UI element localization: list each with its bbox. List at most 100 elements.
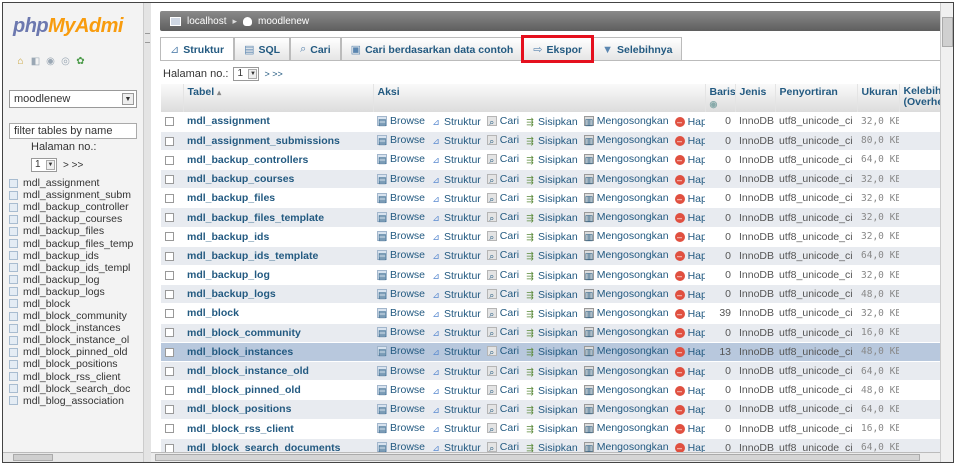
- action-cari-link[interactable]: ⌕ Cari: [486, 269, 519, 281]
- sidebar-table-item[interactable]: mdl_assignment_subm: [9, 189, 143, 201]
- table-row[interactable]: mdl_backup_ids_template ▤ Browse ⊿ Struktur ⌕…: [161, 246, 946, 267]
- action-mengosongkan-link[interactable]: ▥ Mengosongkan: [583, 403, 669, 415]
- action-browse-link[interactable]: ▤ Browse: [377, 422, 425, 434]
- table-row[interactable]: mdl_block_positions ▤ Browse ⊿ Struktur ⌕ Cari…: [161, 399, 946, 420]
- table-row[interactable]: mdl_block_community ▤ Browse ⊿ Struktur ⌕ Cari…: [161, 323, 946, 343]
- action-mengosongkan-link[interactable]: ▥ Mengosongkan: [583, 345, 669, 357]
- table-row[interactable]: mdl_backup_files ▤ Browse ⊿ Struktur ⌕ Cari ⇶ Si…: [161, 188, 946, 209]
- action-struktur-link[interactable]: ⊿ Struktur: [431, 193, 481, 205]
- tab-sql[interactable]: ▤ SQL: [234, 37, 291, 61]
- action-cari-link[interactable]: ⌕ Cari: [486, 153, 519, 165]
- sidebar-table-item[interactable]: mdl_backup_files_temp: [9, 237, 143, 250]
- action-hapus-link[interactable]: –Hapus: [674, 404, 705, 416]
- sidebar-table-item[interactable]: mdl_backup_ids_templ: [9, 262, 143, 274]
- action-mengosongkan-link[interactable]: ▥ Mengosongkan: [583, 422, 669, 434]
- scrollbar-thumb[interactable]: [13, 454, 53, 461]
- table-name-link[interactable]: mdl_block_pinned_old: [183, 380, 373, 401]
- action-mengosongkan-link[interactable]: ▥ Mengosongkan: [583, 173, 669, 185]
- table-name-link[interactable]: mdl_block_instance_old: [183, 361, 373, 382]
- action-cari-link[interactable]: ⌕ Cari: [486, 288, 519, 300]
- sidebar-table-item[interactable]: mdl_backup_files: [9, 225, 143, 237]
- sidebar-page-select[interactable]: 1 ▼: [31, 158, 57, 172]
- table-name-link[interactable]: mdl_backup_files: [183, 188, 373, 209]
- logout-icon[interactable]: ◧: [30, 56, 41, 67]
- vertical-scrollbar[interactable]: [940, 3, 953, 462]
- action-sisipkan-link[interactable]: ⇶ Sisipkan: [525, 289, 577, 301]
- action-sisipkan-link[interactable]: ⇶ Sisipkan: [525, 385, 577, 397]
- table-row[interactable]: mdl_block_rss_client ▤ Browse ⊿ Struktur ⌕ Car…: [161, 419, 946, 439]
- action-mengosongkan-link[interactable]: ▥ Mengosongkan: [583, 115, 669, 127]
- action-cari-link[interactable]: ⌕ Cari: [486, 422, 519, 434]
- tab-selebihnya[interactable]: ▼ Selebihnya: [592, 37, 683, 61]
- action-struktur-link[interactable]: ⊿ Struktur: [431, 327, 481, 339]
- table-name-link[interactable]: mdl_backup_ids: [183, 227, 373, 247]
- action-sisipkan-link[interactable]: ⇶ Sisipkan: [525, 327, 577, 339]
- table-name-link[interactable]: mdl_backup_controllers: [183, 150, 373, 171]
- header-baris[interactable]: Baris ◉: [705, 84, 736, 112]
- action-hapus-link[interactable]: –Hapus: [674, 385, 705, 397]
- action-browse-link[interactable]: ▤ Browse: [377, 173, 425, 185]
- sidebar-table-item[interactable]: mdl_backup_controller: [9, 201, 143, 213]
- sidebar-table-item[interactable]: mdl_block: [9, 298, 143, 310]
- action-browse-link[interactable]: ▤ Browse: [377, 326, 425, 338]
- row-checkbox[interactable]: [165, 424, 174, 434]
- action-mengosongkan-link[interactable]: ▥ Mengosongkan: [583, 288, 669, 300]
- action-browse-link[interactable]: ▤ Browse: [377, 307, 425, 319]
- action-cari-link[interactable]: ⌕ Cari: [486, 307, 519, 319]
- action-cari-link[interactable]: ⌕ Cari: [486, 173, 519, 185]
- action-browse-link[interactable]: ▤ Browse: [377, 153, 425, 165]
- table-name-link[interactable]: mdl_backup_courses: [183, 169, 373, 190]
- action-mengosongkan-link[interactable]: ▥ Mengosongkan: [583, 249, 669, 261]
- action-browse-link[interactable]: ▤ Browse: [377, 288, 425, 300]
- row-checkbox[interactable]: [165, 309, 174, 319]
- sidebar-table-item[interactable]: mdl_block_pinned_old: [9, 346, 143, 358]
- table-name-link[interactable]: mdl_backup_logs: [183, 284, 373, 305]
- sidebar-table-item[interactable]: mdl_assignment: [9, 177, 143, 189]
- table-row[interactable]: mdl_assignment_submissions ▤ Browse ⊿ Strukt…: [161, 131, 946, 151]
- action-hapus-link[interactable]: –Hapus: [674, 270, 705, 282]
- phpmyadmin-logo[interactable]: phpMyAdmi: [13, 15, 123, 38]
- action-browse-link[interactable]: ▤ Browse: [377, 345, 425, 357]
- action-sisipkan-link[interactable]: ⇶ Sisipkan: [525, 116, 577, 128]
- action-mengosongkan-link[interactable]: ▥ Mengosongkan: [583, 365, 669, 377]
- action-sisipkan-link[interactable]: ⇶ Sisipkan: [525, 135, 577, 147]
- action-sisipkan-link[interactable]: ⇶ Sisipkan: [525, 423, 577, 435]
- sidebar-table-item[interactable]: mdl_block_instances: [9, 322, 143, 334]
- sidebar-table-item[interactable]: mdl_block_instance_ol: [9, 334, 143, 346]
- action-hapus-link[interactable]: –Hapus: [674, 289, 705, 301]
- action-cari-link[interactable]: ⌕ Cari: [486, 384, 519, 396]
- sidebar-table-item[interactable]: mdl_block_positions: [9, 358, 143, 370]
- action-sisipkan-link[interactable]: ⇶ Sisipkan: [525, 154, 577, 166]
- horizontal-scrollbar[interactable]: [151, 452, 940, 462]
- table-name-link[interactable]: mdl_block_community: [183, 323, 373, 343]
- row-checkbox[interactable]: [165, 270, 174, 280]
- action-sisipkan-link[interactable]: ⇶ Sisipkan: [525, 250, 577, 262]
- help-icon[interactable]: ◉: [45, 56, 56, 67]
- table-filter-input[interactable]: filter tables by name: [9, 123, 137, 139]
- action-hapus-link[interactable]: –Hapus: [674, 250, 705, 262]
- table-name-link[interactable]: mdl_block_rss_client: [183, 419, 373, 439]
- action-sisipkan-link[interactable]: ⇶ Sisipkan: [525, 308, 577, 320]
- sidebar-table-item[interactable]: mdl_backup_ids: [9, 250, 143, 262]
- action-mengosongkan-link[interactable]: ▥ Mengosongkan: [583, 134, 669, 146]
- action-cari-link[interactable]: ⌕ Cari: [486, 115, 519, 127]
- action-hapus-link[interactable]: –Hapus: [674, 346, 705, 358]
- table-row[interactable]: mdl_backup_logs ▤ Browse ⊿ Struktur ⌕ Cari ⇶ Sis…: [161, 284, 946, 305]
- table-row[interactable]: mdl_backup_ids ▤ Browse ⊿ Struktur ⌕ Cari ⇶ Sisi…: [161, 227, 946, 247]
- action-struktur-link[interactable]: ⊿ Struktur: [431, 270, 481, 282]
- table-name-link[interactable]: mdl_block: [183, 303, 373, 324]
- action-hapus-link[interactable]: –Hapus: [674, 423, 705, 435]
- sidebar-horizontal-scrollbar[interactable]: [3, 452, 143, 462]
- action-struktur-link[interactable]: ⊿ Struktur: [431, 423, 481, 435]
- table-name-link[interactable]: mdl_assignment_submissions: [183, 131, 373, 151]
- action-hapus-link[interactable]: –Hapus: [674, 193, 705, 205]
- action-cari-link[interactable]: ⌕ Cari: [486, 345, 519, 357]
- help-icon[interactable]: ◉: [710, 99, 718, 109]
- action-struktur-link[interactable]: ⊿ Struktur: [431, 154, 481, 166]
- row-checkbox[interactable]: [165, 213, 174, 223]
- row-checkbox[interactable]: [165, 155, 174, 165]
- table-name-link[interactable]: mdl_block_positions: [183, 399, 373, 420]
- tab-cari-contoh[interactable]: ▣ Cari berdasarkan data contoh: [340, 37, 524, 61]
- action-cari-link[interactable]: ⌕ Cari: [486, 249, 519, 261]
- sidebar-table-item[interactable]: mdl_block_search_doc: [9, 383, 143, 395]
